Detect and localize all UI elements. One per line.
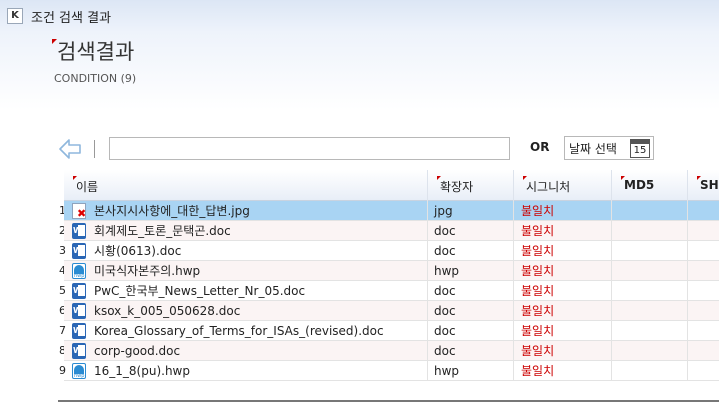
table-header: 이름 확장자 시그니처 MD5 SH <box>64 170 719 201</box>
cell-ext: doc <box>428 241 514 261</box>
cell-name: W 회계제도_토론_문택곤.doc <box>64 221 428 241</box>
cell-name: W 시황(0613).doc <box>64 241 428 261</box>
file-name: 본사지시사항에_대한_답변.jpg <box>94 204 250 218</box>
word-doc-icon: W <box>72 283 86 299</box>
date-select-label: 날짜 선택 <box>569 141 617 156</box>
cell-signature: 불일치 <box>514 301 612 321</box>
cell-md5 <box>612 281 688 301</box>
cell-signature: 불일치 <box>514 201 612 221</box>
table-row[interactable]: Wksox_k_005_050628.doc doc 불일치 <box>64 301 719 321</box>
cell-md5 <box>612 361 688 381</box>
column-header-ext[interactable]: 확장자 <box>428 170 514 201</box>
cell-md5 <box>612 341 688 361</box>
cell-sh <box>688 281 719 301</box>
cell-signature: 불일치 <box>514 261 612 281</box>
date-select-button[interactable]: 날짜 선택 15 <box>564 136 654 160</box>
cell-name: W PwC_한국부_News_Letter_Nr_05.doc <box>64 281 428 301</box>
back-button[interactable] <box>58 138 82 160</box>
table-row[interactable]: W 회계제도_토론_문택곤.doc doc 불일치 <box>64 221 719 241</box>
cell-md5 <box>612 321 688 341</box>
table-row[interactable]: W PwC_한국부_News_Letter_Nr_05.doc doc 불일치 <box>64 281 719 301</box>
column-header-sh[interactable]: SH <box>688 170 719 201</box>
cell-sh <box>688 321 719 341</box>
cell-name: W Korea_Glossary_of_Terms_for_ISAs_(revis… <box>64 321 428 341</box>
file-name: 16_1_8(pu).hwp <box>94 364 190 378</box>
cell-md5 <box>612 241 688 261</box>
word-doc-icon: W <box>72 223 86 239</box>
cell-name: hwp 16_1_8(pu).hwp <box>64 361 428 381</box>
cell-md5 <box>612 301 688 321</box>
cell-name: ✖ 본사지시사항에_대한_답변.jpg <box>64 201 428 221</box>
cell-sh <box>688 301 719 321</box>
table-row[interactable]: hwp 미국식자본주의.hwp hwp 불일치 <box>64 261 719 281</box>
cell-name: Wcorp-good.doc <box>64 341 428 361</box>
word-doc-icon: W <box>72 303 86 319</box>
file-name: 시황(0613).doc <box>94 244 182 258</box>
column-header-md5[interactable]: MD5 <box>612 170 688 201</box>
results-table: 이름 확장자 시그니처 MD5 SH ✖ 본사지시사항에_대한_답변.jpg jpg… <box>64 170 719 382</box>
cell-name: Wksox_k_005_050628.doc <box>64 301 428 321</box>
cell-ext: doc <box>428 341 514 361</box>
arrow-left-icon <box>59 139 81 159</box>
column-header-signature[interactable]: 시그니처 <box>514 170 612 201</box>
cell-sh <box>688 341 719 361</box>
file-name: corp-good.doc <box>94 344 181 358</box>
cell-ext: doc <box>428 321 514 341</box>
cell-ext: hwp <box>428 361 514 381</box>
cell-ext: doc <box>428 301 514 321</box>
cell-signature: 불일치 <box>514 341 612 361</box>
table-body: ✖ 본사지시사항에_대한_답변.jpg jpg 불일치 W 회계제도_토론_문택곤.doc… <box>64 201 719 381</box>
file-name: PwC_한국부_News_Letter_Nr_05.doc <box>94 284 306 298</box>
or-label: OR <box>530 140 550 154</box>
cell-md5 <box>612 201 688 221</box>
cell-signature: 불일치 <box>514 241 612 261</box>
cell-signature: 불일치 <box>514 281 612 301</box>
page-subtitle: CONDITION (9) <box>54 72 137 85</box>
word-doc-icon: W <box>72 323 86 339</box>
window-title: 조건 검색 결과 <box>31 10 112 26</box>
cell-md5 <box>612 221 688 241</box>
cell-ext: jpg <box>428 201 514 221</box>
calendar-day: 15 <box>633 145 647 156</box>
file-name: Korea_Glossary_of_Terms_for_ISAs_(revise… <box>94 324 384 338</box>
table-row[interactable]: ✖ 본사지시사항에_대한_답변.jpg jpg 불일치 <box>64 201 719 221</box>
cell-sh <box>688 201 719 221</box>
table-row[interactable]: Wcorp-good.doc doc 불일치 <box>64 341 719 361</box>
cell-sh <box>688 261 719 281</box>
word-doc-icon: W <box>72 343 86 359</box>
search-input[interactable] <box>109 137 510 160</box>
cell-ext: hwp <box>428 261 514 281</box>
page-title: 검색결과 <box>57 40 135 64</box>
app-icon: K <box>7 8 23 24</box>
cell-sh <box>688 221 719 241</box>
cell-signature: 불일치 <box>514 321 612 341</box>
cell-ext: doc <box>428 281 514 301</box>
image-error-icon: ✖ <box>72 203 86 219</box>
cell-signature: 불일치 <box>514 361 612 381</box>
title-bar: K 조건 검색 결과 <box>0 0 719 32</box>
toolbar-divider <box>94 140 95 158</box>
word-doc-icon: W <box>72 243 86 259</box>
cell-sh <box>688 241 719 261</box>
hwp-icon: hwp <box>72 263 86 279</box>
table-row[interactable]: hwp 16_1_8(pu).hwp hwp 불일치 <box>64 361 719 381</box>
cell-name: hwp 미국식자본주의.hwp <box>64 261 428 281</box>
file-name: 미국식자본주의.hwp <box>94 264 201 278</box>
table-row[interactable]: W 시황(0613).doc doc 불일치 <box>64 241 719 261</box>
bottom-divider <box>58 400 719 402</box>
file-name: ksox_k_005_050628.doc <box>94 304 241 318</box>
cell-signature: 불일치 <box>514 221 612 241</box>
cell-sh <box>688 361 719 381</box>
hwp-icon: hwp <box>72 363 86 379</box>
cell-ext: doc <box>428 221 514 241</box>
column-header-name[interactable]: 이름 <box>64 170 428 201</box>
page-header: 검색결과 CONDITION (9) <box>0 32 719 110</box>
table-row[interactable]: W Korea_Glossary_of_Terms_for_ISAs_(revis… <box>64 321 719 341</box>
calendar-icon: 15 <box>630 139 650 158</box>
cell-md5 <box>612 261 688 281</box>
file-name: 회계제도_토론_문택곤.doc <box>94 224 231 238</box>
